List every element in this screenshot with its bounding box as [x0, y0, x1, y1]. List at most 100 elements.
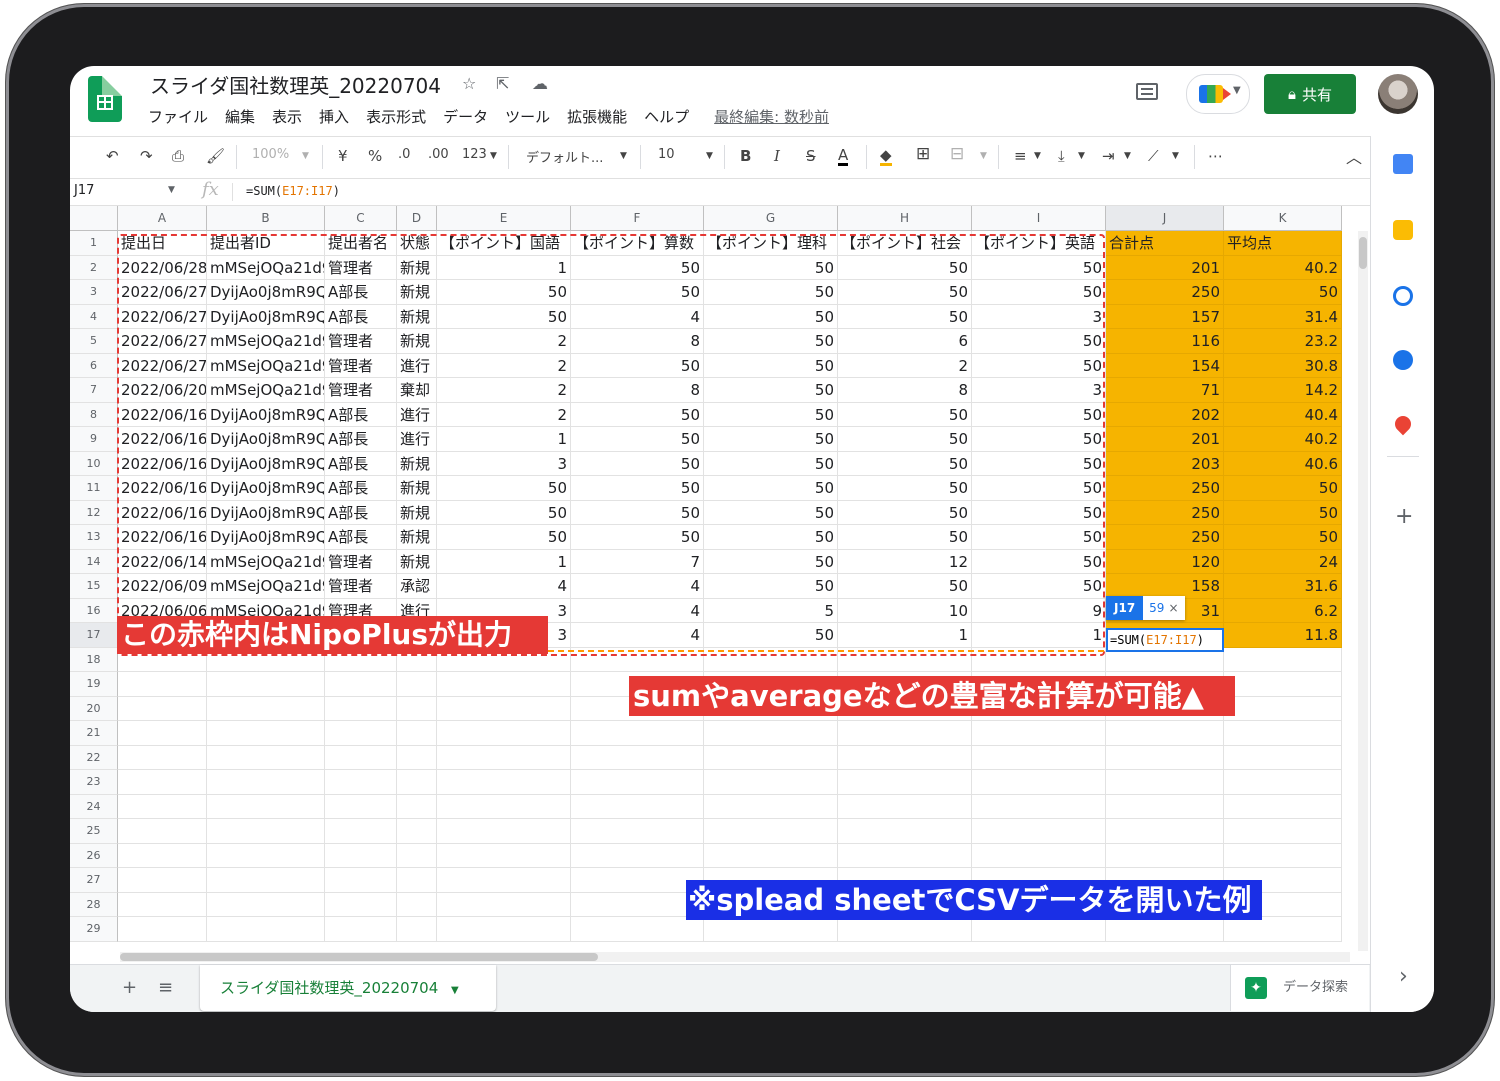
- empty-cell[interactable]: [838, 843, 972, 868]
- empty-cell[interactable]: [325, 868, 397, 893]
- keep-icon[interactable]: [1393, 220, 1413, 240]
- empty-cell[interactable]: [437, 696, 571, 721]
- empty-cell[interactable]: [207, 819, 325, 844]
- empty-cell[interactable]: [571, 745, 704, 770]
- empty-cell[interactable]: [571, 770, 704, 795]
- empty-cell[interactable]: [838, 917, 972, 942]
- row-header[interactable]: 20: [70, 696, 118, 721]
- collapse-menu-icon[interactable]: ︿: [1346, 144, 1362, 168]
- maps-icon[interactable]: [1391, 412, 1415, 436]
- empty-cell[interactable]: [325, 745, 397, 770]
- empty-cell[interactable]: [838, 745, 972, 770]
- empty-cell[interactable]: [325, 892, 397, 917]
- table-cell[interactable]: 120: [1106, 549, 1224, 574]
- fill-color-icon[interactable]: ◆: [880, 147, 892, 166]
- empty-cell[interactable]: [1224, 721, 1342, 746]
- comment-history-icon[interactable]: [1136, 83, 1158, 100]
- table-cell[interactable]: 158: [1106, 574, 1224, 599]
- empty-cell[interactable]: [325, 917, 397, 942]
- empty-cell[interactable]: [207, 721, 325, 746]
- sheets-logo-icon[interactable]: [88, 76, 122, 122]
- row-header[interactable]: 8: [70, 402, 118, 427]
- empty-cell[interactable]: [118, 794, 207, 819]
- row-header[interactable]: 18: [70, 647, 118, 672]
- text-color-button[interactable]: A: [838, 147, 849, 166]
- empty-cell[interactable]: [437, 917, 571, 942]
- table-cell[interactable]: 50: [1224, 476, 1342, 501]
- table-cell[interactable]: 71: [1106, 378, 1224, 403]
- empty-cell[interactable]: [118, 892, 207, 917]
- empty-cell[interactable]: [207, 917, 325, 942]
- empty-cell[interactable]: [397, 917, 437, 942]
- empty-cell[interactable]: [1106, 819, 1224, 844]
- empty-cell[interactable]: [1106, 721, 1224, 746]
- empty-cell[interactable]: [1224, 696, 1342, 721]
- vertical-align-icon[interactable]: ⤓: [1058, 147, 1065, 165]
- table-cell[interactable]: 40.4: [1224, 402, 1342, 427]
- row-header[interactable]: 7: [70, 378, 118, 403]
- table-cell[interactable]: 201: [1106, 255, 1224, 280]
- empty-cell[interactable]: [397, 696, 437, 721]
- empty-cell[interactable]: [207, 745, 325, 770]
- empty-cell[interactable]: [704, 721, 838, 746]
- empty-cell[interactable]: [838, 721, 972, 746]
- row-header[interactable]: 9: [70, 427, 118, 452]
- empty-cell[interactable]: [972, 819, 1106, 844]
- column-header-k[interactable]: K: [1224, 206, 1342, 231]
- avatar[interactable]: [1378, 74, 1418, 114]
- empty-cell[interactable]: [972, 770, 1106, 795]
- empty-cell[interactable]: [325, 672, 397, 697]
- empty-cell[interactable]: [118, 770, 207, 795]
- table-cell[interactable]: 157: [1106, 304, 1224, 329]
- empty-cell[interactable]: [437, 794, 571, 819]
- menu-format[interactable]: 表示形式: [366, 106, 426, 127]
- row-header[interactable]: 23: [70, 770, 118, 795]
- borders-icon[interactable]: ⊞: [916, 144, 930, 164]
- empty-cell[interactable]: [437, 770, 571, 795]
- contacts-icon[interactable]: [1393, 350, 1413, 370]
- redo-icon[interactable]: ↷: [140, 147, 153, 165]
- row-header[interactable]: 28: [70, 892, 118, 917]
- empty-cell[interactable]: [437, 819, 571, 844]
- empty-cell[interactable]: [207, 794, 325, 819]
- empty-cell[interactable]: [437, 843, 571, 868]
- horizontal-align-icon[interactable]: ≡: [1014, 147, 1027, 165]
- empty-cell[interactable]: [397, 868, 437, 893]
- empty-cell[interactable]: [1224, 745, 1342, 770]
- empty-cell[interactable]: [397, 745, 437, 770]
- column-header-h[interactable]: H: [838, 206, 972, 231]
- empty-cell[interactable]: [838, 819, 972, 844]
- table-cell[interactable]: 202: [1106, 402, 1224, 427]
- empty-cell[interactable]: [207, 892, 325, 917]
- empty-cell[interactable]: [207, 843, 325, 868]
- table-cell[interactable]: 31.6: [1224, 574, 1342, 599]
- column-header-b[interactable]: B: [207, 206, 325, 231]
- table-cell[interactable]: 50: [1224, 500, 1342, 525]
- name-box[interactable]: J17: [74, 183, 94, 198]
- empty-cell[interactable]: [704, 745, 838, 770]
- empty-cell[interactable]: [325, 843, 397, 868]
- empty-cell[interactable]: [1106, 745, 1224, 770]
- empty-cell[interactable]: [838, 770, 972, 795]
- column-header-c[interactable]: C: [325, 206, 397, 231]
- table-cell[interactable]: 50: [1224, 525, 1342, 550]
- empty-cell[interactable]: [397, 672, 437, 697]
- expand-side-panel-icon[interactable]: ›: [1399, 964, 1408, 989]
- table-cell[interactable]: 250: [1106, 280, 1224, 305]
- horizontal-scrollbar[interactable]: [120, 952, 1350, 962]
- row-header[interactable]: 24: [70, 794, 118, 819]
- empty-cell[interactable]: [207, 672, 325, 697]
- all-sheets-button[interactable]: ≡: [158, 977, 173, 998]
- empty-cell[interactable]: [1224, 770, 1342, 795]
- empty-cell[interactable]: [207, 770, 325, 795]
- empty-cell[interactable]: [397, 819, 437, 844]
- header-cell[interactable]: 平均点: [1224, 231, 1342, 256]
- last-edit-link[interactable]: 最終編集: 数秒前: [714, 106, 829, 127]
- table-cell[interactable]: 250: [1106, 525, 1224, 550]
- row-header[interactable]: 16: [70, 598, 118, 623]
- empty-cell[interactable]: [397, 721, 437, 746]
- row-header[interactable]: 3: [70, 280, 118, 305]
- empty-cell[interactable]: [571, 843, 704, 868]
- row-header[interactable]: 12: [70, 500, 118, 525]
- empty-cell[interactable]: [972, 745, 1106, 770]
